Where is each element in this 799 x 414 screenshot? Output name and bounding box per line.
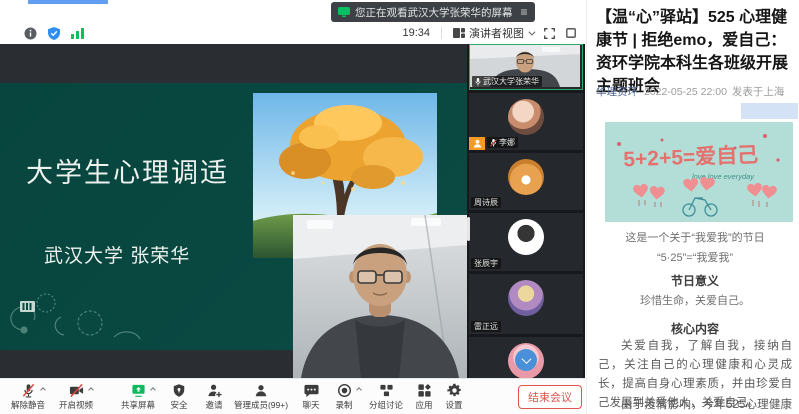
highlight-block: [741, 103, 798, 119]
view-mode-label: 演讲者视图: [469, 25, 524, 41]
collapse-panel-button[interactable]: [515, 349, 537, 371]
participant-tile-zhangchenyu[interactable]: 张辰宇: [469, 213, 583, 271]
slide-presenter: 武汉大学 张荣华: [44, 241, 190, 268]
meeting-info-icon[interactable]: [24, 27, 37, 40]
article-meta: 华理资环 2022-05-25 22:00 发表于上海: [596, 84, 784, 99]
shared-screen-area: 大学生心理调适 武汉大学 张荣华: [0, 44, 467, 378]
avatar: [508, 159, 544, 195]
security-status-icon[interactable]: [48, 27, 60, 40]
fullscreen-icon[interactable]: [544, 28, 555, 39]
chat-icon: [304, 382, 319, 398]
desktop: 您正在观看武汉大学张荣华的屏幕 ≡ 19:34 演讲者视图: [0, 0, 799, 414]
breakout-icon: [379, 382, 394, 398]
invite-icon: [207, 382, 222, 398]
screen-watching-banner[interactable]: 您正在观看武汉大学张荣华的屏幕 ≡: [331, 2, 535, 22]
banner-menu-icon[interactable]: ≡: [521, 5, 528, 19]
participant-tile-zhangronghua[interactable]: 武汉大学张荣华: [469, 44, 583, 90]
participant-name: 李娜: [499, 137, 515, 148]
settings-gear-icon: [447, 382, 462, 398]
share-screen-button[interactable]: 共享屏幕: [116, 382, 160, 411]
section-title-core: 核心内容: [596, 320, 794, 337]
camera-off-icon: [69, 382, 84, 398]
security-button[interactable]: 安全: [161, 382, 197, 411]
article-location: 发表于上海: [732, 86, 785, 98]
participant-name: 雷正远: [474, 321, 498, 332]
participant-name: 武汉大学张荣华: [483, 76, 539, 87]
chevron-down-icon: [521, 354, 531, 364]
article-intro-line1: 这是一个关于“我爱我”的节日: [596, 229, 794, 245]
mic-on-icon: [475, 78, 481, 86]
menu-caret-icon[interactable]: [356, 387, 362, 393]
avatar: [508, 280, 544, 316]
participant-tile-zhoushichen[interactable]: 周诗辰: [469, 153, 583, 210]
end-meeting-button[interactable]: 结束会议: [518, 385, 582, 409]
participant-tile-partial[interactable]: [469, 337, 583, 378]
menu-caret-icon[interactable]: [40, 387, 46, 393]
members-icon: [254, 382, 268, 398]
screen-watching-text: 您正在观看武汉大学张荣华的屏幕: [355, 5, 513, 20]
mic-off-icon: [21, 382, 36, 398]
settings-button[interactable]: 设置: [439, 382, 469, 411]
chat-button[interactable]: 聊天: [295, 382, 327, 411]
participant-tile-leizhengyuan[interactable]: 雷正远: [469, 274, 583, 334]
host-badge-icon: [469, 137, 485, 150]
breakout-rooms-button[interactable]: 分组讨论: [363, 382, 409, 411]
participant-name: 周诗辰: [474, 197, 498, 208]
section-title-meaning: 节日意义: [596, 272, 794, 289]
chevron-down-icon: [528, 28, 535, 35]
wechat-article-panel[interactable]: 【温“心”驿站】525 心理健康节 | 拒绝emo，爱自己： 资环学院本科生各班…: [586, 0, 799, 414]
participant-name: 张辰宇: [474, 258, 498, 269]
slide-title: 大学生心理调适: [26, 151, 229, 190]
apps-button[interactable]: 应用: [409, 382, 439, 411]
header-divider: [441, 27, 442, 39]
article-author-link[interactable]: 华理资环: [596, 86, 638, 98]
layout-icon: [453, 28, 465, 38]
meeting-window: 19:34 演讲者视图: [0, 22, 585, 414]
apps-icon: [417, 382, 432, 398]
start-video-button[interactable]: 开启视频: [54, 382, 98, 411]
avatar: [508, 99, 544, 135]
slide-decoration: [0, 275, 154, 350]
presenter-camera-feed: [293, 215, 467, 378]
panel-scrollbar[interactable]: [467, 217, 470, 241]
article-intro-line2: “5·25”=“我爱我”: [596, 249, 794, 265]
menu-caret-icon[interactable]: [88, 387, 94, 393]
new-window-icon[interactable]: [566, 28, 576, 38]
unmute-button[interactable]: 解除静音: [6, 382, 50, 411]
section-text-meaning: 珍惜生命，关爱自己。: [596, 292, 794, 308]
browser-tab-strip: [28, 0, 108, 4]
participant-tile-lina[interactable]: 李娜: [469, 93, 583, 150]
mic-muted-icon: [490, 139, 497, 147]
participant-video-panel[interactable]: 武汉大学张荣华 李娜 周诗辰 张辰宇: [467, 44, 585, 378]
record-button[interactable]: 录制: [327, 382, 361, 411]
record-icon: [337, 382, 352, 398]
meeting-toolbar: 解除静音 开启视频 共享屏幕 安全: [0, 378, 585, 414]
avatar: [508, 219, 544, 255]
security-shield-icon: [172, 382, 186, 398]
invite-button[interactable]: 邀请: [197, 382, 231, 411]
network-signal-icon[interactable]: [71, 27, 84, 39]
view-mode-button[interactable]: 演讲者视图: [453, 25, 533, 41]
screen-share-icon: [338, 7, 350, 17]
article-banner-image: 5+2+5=爱自己 love love everyday: [605, 122, 793, 222]
meeting-clock: 19:34: [402, 27, 430, 39]
meeting-header: 19:34 演讲者视图: [0, 22, 585, 44]
manage-members-button[interactable]: 管理成员(99+): [229, 382, 293, 411]
article-paragraph-2: 由于疫情影响，今年525心理健康活动节我: [598, 396, 792, 414]
article-date: 2022-05-25 22:00: [644, 86, 727, 98]
menu-caret-icon[interactable]: [150, 387, 156, 393]
banner-headline: 5+2+5=爱自己: [623, 143, 759, 172]
share-screen-icon: [131, 382, 146, 398]
